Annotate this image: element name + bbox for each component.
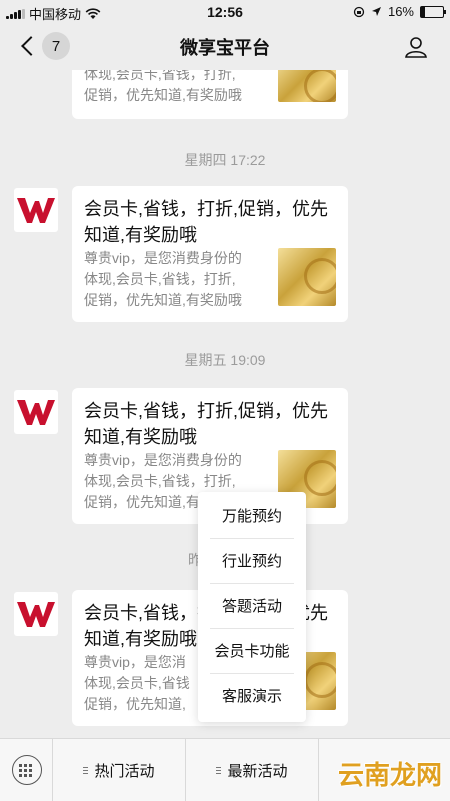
orientation-lock-icon xyxy=(353,6,365,17)
keyboard-icon xyxy=(19,764,32,777)
nav-bar: 7 微享宝平台 xyxy=(0,24,450,70)
unread-count-badge: 7 xyxy=(42,32,70,60)
brand-w-logo-icon xyxy=(17,400,55,425)
back-button[interactable]: 7 xyxy=(18,32,70,60)
status-bar: 中国移动 12:56 16% xyxy=(0,0,450,24)
avatar[interactable] xyxy=(14,188,58,232)
card-title: 会员卡,省钱，打折,促销，优先知道,有奖励哦 xyxy=(84,401,329,447)
tab-label: 最新活动 xyxy=(227,762,288,780)
timestamp: 星期五 19:09 xyxy=(184,352,266,368)
card-desc: 体现,会员卡,省钱，打折, 促销，优先知道,有奖励哦 xyxy=(84,70,269,106)
user-profile-icon[interactable] xyxy=(404,35,428,59)
card-thumbnail xyxy=(278,248,336,306)
battery-icon xyxy=(420,5,446,18)
menu-item-universal-booking[interactable]: 万能预约 xyxy=(208,494,296,540)
avatar[interactable] xyxy=(14,390,58,434)
card-title: 会员卡,省钱，打折,促销，优先知道,有奖励哦 xyxy=(84,199,329,245)
brand-w-logo-icon xyxy=(17,198,55,223)
card-desc-line: 促销，优先知道,有奖励哦 xyxy=(84,87,242,103)
brand-w-logo-icon xyxy=(17,602,55,627)
card-desc-line: 体现,会员卡,省钱，打折, xyxy=(84,70,236,82)
menu-item-quiz-activity[interactable]: 答题活动 xyxy=(208,584,296,630)
popup-menu: 万能预约 行业预约 答题活动 会员卡功能 客服演示 xyxy=(198,492,306,722)
card-desc-line: 体现,会员卡,省钱，打折, xyxy=(84,473,236,489)
menu-item-industry-booking[interactable]: 行业预约 xyxy=(208,539,296,585)
card-desc-line: 体现,会员卡,省钱，打折, xyxy=(84,271,236,287)
menu-item-customer-service-demo[interactable]: 客服演示 xyxy=(208,674,296,720)
message-card-partial[interactable]: 体现,会员卡,省钱，打折, 促销，优先知道,有奖励哦 xyxy=(72,70,348,119)
battery-percent: 16% xyxy=(387,4,414,19)
chevron-left-icon xyxy=(21,36,41,56)
card-thumbnail xyxy=(278,70,336,102)
tab-divider xyxy=(318,739,319,801)
page-title: 微享宝平台 xyxy=(180,38,270,58)
card-desc: 尊贵vip，是您消费身份的 体现,会员卡,省钱，打折, 促销，优先知道,有奖励哦 xyxy=(84,248,269,311)
keyboard-toggle-button[interactable] xyxy=(12,755,42,785)
message-card[interactable]: 会员卡,省钱，打折,促销，优先知道,有奖励哦 尊贵vip，是您消费身份的 体现,… xyxy=(72,186,348,322)
status-right: 16% xyxy=(353,4,446,19)
watermark: 云南龙网 xyxy=(337,761,442,791)
timestamp: 星期四 17:22 xyxy=(184,152,266,168)
tab-latest-activities[interactable]: 最新活动 xyxy=(186,739,318,801)
card-desc-line: 尊贵vip，是您消费身份的 xyxy=(84,452,242,468)
avatar[interactable] xyxy=(14,592,58,636)
location-icon xyxy=(371,7,381,16)
menu-item-membership-card[interactable]: 会员卡功能 xyxy=(208,629,296,675)
card-desc-line: 促销，优先知道,有奖励哦 xyxy=(84,292,242,308)
card-desc-line: 尊贵vip，是您消费身份的 xyxy=(84,250,242,266)
menu-lines-icon xyxy=(216,766,222,774)
tab-label: 热门活动 xyxy=(94,762,155,780)
menu-lines-icon xyxy=(83,766,89,774)
tab-hot-activities[interactable]: 热门活动 xyxy=(53,739,185,801)
